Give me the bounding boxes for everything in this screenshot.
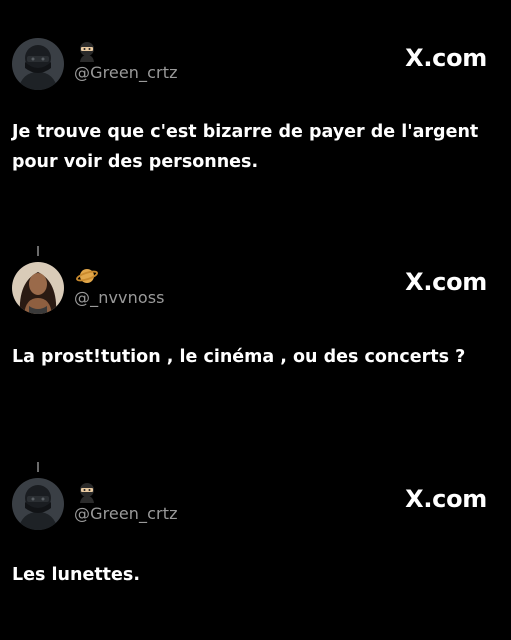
tweet-text: Les lunettes. bbox=[12, 565, 140, 585]
masked-person-avatar[interactable] bbox=[12, 478, 64, 530]
tweet-handle[interactable]: @Green_crtz bbox=[74, 504, 178, 523]
source-label: X.com bbox=[405, 485, 487, 513]
ninja-emoji-icon bbox=[76, 481, 98, 503]
tweet-3: @Green_crtz X.com Les lunettes. bbox=[0, 0, 511, 640]
